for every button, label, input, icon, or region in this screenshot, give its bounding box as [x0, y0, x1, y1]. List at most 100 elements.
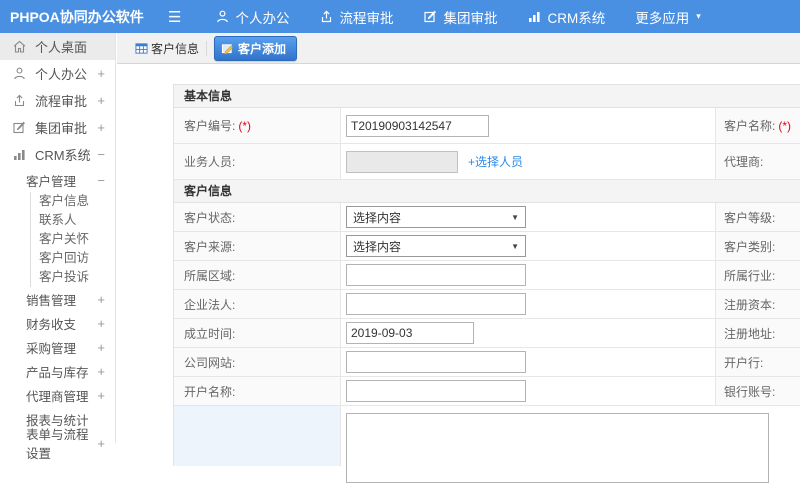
customer-no-input[interactable]: [346, 114, 489, 137]
section-title-customer: 客户信息: [174, 180, 800, 203]
sidebar-group-agents[interactable]: 代理商管理 +: [0, 383, 115, 407]
region-input[interactable]: [346, 264, 526, 286]
tab-customer-add[interactable]: 客户添加: [214, 35, 298, 61]
field-label: 开户名称:: [184, 384, 236, 399]
sidebar-label: 表单与流程设置: [26, 428, 89, 461]
website-input[interactable]: [346, 351, 526, 373]
sidebar-group-purchase[interactable]: 采购管理 +: [0, 335, 115, 359]
sidebar-label: 个人办公: [35, 67, 88, 82]
field-label: 客户状态:: [184, 210, 236, 225]
field-label: 公司网站:: [184, 355, 236, 370]
tab-customer-info[interactable]: 客户信息: [135, 40, 199, 57]
sidebar-group-finance[interactable]: 财务收支 +: [0, 311, 115, 335]
field-label-cell: 注册资本:: [716, 290, 800, 318]
topmenu-more-apps[interactable]: 更多应用 ▾: [635, 7, 701, 27]
expand-icon[interactable]: +: [97, 93, 105, 108]
customer-source-select[interactable]: 选择内容 ▼: [346, 235, 526, 257]
sidebar-label: 个人桌面: [35, 40, 88, 55]
field-label-cell: 注册地址:: [716, 319, 800, 347]
topmenu-label: 集团审批: [443, 10, 498, 26]
remark-textarea[interactable]: [346, 413, 769, 483]
expand-icon[interactable]: +: [97, 364, 105, 379]
table-icon: [135, 42, 148, 54]
field-label: 注册资本:: [724, 297, 776, 312]
topmenu-personal-office[interactable]: 个人办公: [215, 7, 289, 27]
expand-icon[interactable]: +: [97, 340, 105, 355]
select-personnel-link[interactable]: +选择人员: [468, 153, 523, 170]
home-icon: [13, 40, 26, 53]
sidebar-group-products[interactable]: 产品与库存 +: [0, 359, 115, 383]
topmenu-process-approval[interactable]: 流程审批: [319, 7, 393, 27]
field-label-cell: 开户名称:: [174, 377, 341, 405]
expand-icon[interactable]: +: [97, 120, 105, 135]
sidebar-label: 客户管理: [26, 174, 77, 189]
sidebar: 个人桌面 个人办公 + 流程审批 + 集团审批 + CRM系统 − 客户管理 −…: [0, 33, 116, 461]
field-label: 代理商:: [724, 155, 764, 169]
account-name-input[interactable]: [346, 380, 526, 402]
form-row-legal-person: 企业法人: 注册资本:: [174, 290, 800, 319]
field-label-cell: 客户编号: (*): [174, 108, 341, 143]
chart-icon: [529, 12, 541, 22]
field-label: 所属区域:: [184, 268, 236, 283]
edit-icon: [221, 43, 234, 54]
sidebar-item-crm[interactable]: CRM系统 −: [0, 141, 115, 168]
topmenu-label: 流程审批: [339, 10, 394, 26]
field-cell: 选择内容 ▼: [341, 232, 716, 260]
establish-date-input[interactable]: [346, 322, 474, 344]
app-logo: PHPOA协同办公软件: [10, 8, 144, 25]
field-label-cell: 客户来源:: [174, 232, 341, 260]
field-label: 客户来源:: [184, 239, 236, 254]
field-label: 客户编号:: [184, 119, 236, 133]
hamburger-icon[interactable]: ☰: [168, 8, 181, 26]
sidebar-item-customer-info[interactable]: 客户信息: [31, 192, 115, 211]
sidebar-label: 代理商管理: [26, 389, 89, 404]
tab-label: 客户添加: [238, 41, 287, 56]
collapse-icon[interactable]: −: [97, 147, 105, 162]
expand-icon[interactable]: +: [97, 436, 105, 451]
sidebar-item-process-approval[interactable]: 流程审批 +: [0, 87, 115, 114]
form-row-region: 所属区域: 所属行业:: [174, 261, 800, 290]
field-label-cell: 企业法人:: [174, 290, 341, 318]
sidebar-group-customer-mgmt[interactable]: 客户管理 −: [0, 168, 115, 192]
sidebar-label: 流程审批: [35, 94, 88, 109]
field-label-cell: 公司网站:: [174, 348, 341, 376]
sidebar-item-group-approval[interactable]: 集团审批 +: [0, 114, 115, 141]
topmenu-group-approval[interactable]: 集团审批: [423, 7, 497, 27]
expand-icon[interactable]: +: [97, 66, 105, 81]
field-cell: [341, 108, 716, 143]
edit-icon: [13, 121, 25, 134]
legal-person-input[interactable]: [346, 293, 526, 315]
sidebar-item-personal-office[interactable]: 个人办公 +: [0, 60, 115, 87]
expand-icon[interactable]: +: [97, 388, 105, 403]
sidebar-group-sales[interactable]: 销售管理 +: [0, 287, 115, 311]
field-cell: [341, 319, 716, 347]
field-label-cell: 代理商:: [716, 144, 800, 179]
field-cell: [341, 261, 716, 289]
process-icon: [14, 94, 25, 107]
expand-icon[interactable]: +: [97, 292, 105, 307]
expand-icon[interactable]: +: [97, 316, 105, 331]
field-label-cell: 开户行:: [716, 348, 800, 376]
sidebar-label: 采购管理: [26, 341, 77, 356]
field-cell: 选择内容 ▼: [341, 203, 716, 231]
sidebar-item-desktop[interactable]: 个人桌面: [0, 33, 115, 60]
collapse-icon[interactable]: −: [97, 173, 105, 188]
sidebar-label: 财务收支: [26, 317, 77, 332]
sidebar-item-customer-care[interactable]: 客户关怀: [31, 230, 115, 249]
sidebar-item-contacts[interactable]: 联系人: [31, 211, 115, 230]
sidebar-group-form-settings[interactable]: 表单与流程设置 +: [0, 428, 115, 461]
section-title-basic: 基本信息: [174, 85, 800, 108]
select-value: 选择内容: [353, 210, 402, 225]
field-label-cell: 所属行业:: [716, 261, 800, 289]
sidebar-label: 销售管理: [26, 293, 77, 308]
sidebar-item-customer-complaint[interactable]: 客户投诉: [31, 268, 115, 287]
salesperson-input[interactable]: [346, 150, 458, 173]
field-cell: [341, 348, 716, 376]
field-label-cell: [174, 406, 341, 466]
customer-status-select[interactable]: 选择内容 ▼: [346, 206, 526, 228]
tab-bar: 客户信息 客户添加: [117, 33, 800, 64]
field-cell: [341, 406, 800, 486]
topmenu-crm[interactable]: CRM系统: [527, 7, 605, 27]
sidebar-item-customer-followup[interactable]: 客户回访: [31, 249, 115, 268]
form-row-customer-source: 客户来源: 选择内容 ▼ 客户类别:: [174, 232, 800, 261]
